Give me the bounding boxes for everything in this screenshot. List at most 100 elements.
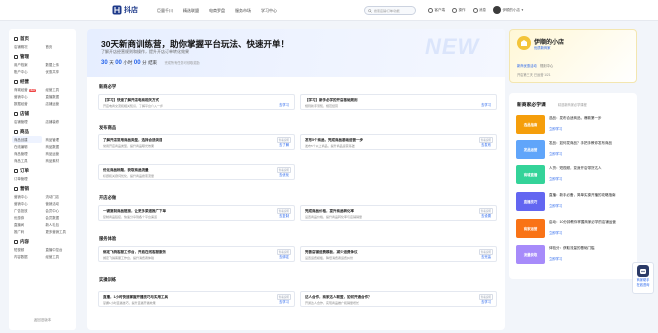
sidebar-section-content[interactable]: 内容 — [12, 238, 73, 246]
course-item[interactable]: 选品指南 选品：发布合适商品，爆款第一步 立即学习 — [516, 115, 632, 135]
top-actions: 客户端 操作 消息 伊顺的小店 ▾ — [428, 6, 523, 14]
sidebar-section-promo[interactable]: 营销 — [12, 185, 73, 193]
course-item[interactable]: 发品运营 发品：如何发商品？手把手教你发布商品 立即学习 — [516, 140, 632, 160]
sidebar-item-goods-manage[interactable]: 商品管理 — [44, 136, 74, 143]
back-to-old-version[interactable]: 返回旧版本 — [9, 318, 76, 323]
shop-level-tag[interactable]: 优质新商家 — [534, 45, 550, 50]
shop-promo-link[interactable]: 新商优惠活动 — [517, 63, 537, 68]
sidebar-item-mall[interactable]: 商城经营 NEW — [12, 86, 42, 93]
shop-icon — [521, 40, 527, 46]
course-learn-button[interactable]: 立即学习 — [549, 230, 562, 235]
sidebar-item-marketing[interactable]: 营销中心 — [12, 93, 42, 100]
task-action-button[interactable]: 去学习 — [279, 102, 289, 107]
sidebar-item-data-upload[interactable]: 数据上传 — [44, 61, 74, 68]
sidebar-item-goods-create[interactable]: 商品创建 — [12, 136, 42, 143]
client-button[interactable]: 客户端 — [428, 7, 445, 13]
sidebar-item-shop-manage[interactable]: 店铺管理 — [12, 118, 42, 125]
nav-item-service-market[interactable]: 服务市场 — [235, 8, 251, 14]
task-card: 【学习】快速了解开店电商相关方式 开店电商交流和相关知识，了解平台介入一步 去学… — [98, 94, 295, 110]
sidebar-item-goods-manage-2[interactable]: 商品管理 — [12, 150, 42, 157]
sidebar-item-promo-activity[interactable]: 营销活动 — [44, 200, 74, 207]
app-icon — [452, 7, 457, 13]
nav-item-learning-center[interactable]: 学习中心 — [261, 8, 277, 14]
sidebar-item-goods-data[interactable]: 商品数据 — [44, 143, 74, 150]
task-desc: 开通达人合作，实现商品推广和销量增长 — [305, 301, 360, 305]
task-action-button[interactable]: 去了解 — [279, 142, 289, 147]
sidebar-section-manage[interactable]: 管理 — [12, 53, 73, 61]
task-card: 查看说明 完善店铺运费模板，减少运费争议 设置运费模板，降低消费者运费纠纷 去完… — [300, 246, 497, 262]
course-item[interactable]: 商城直播 人货：短视频，变身开店带货达人 立即学习 — [516, 165, 632, 185]
sidebar-item-goods-ops[interactable]: 商品运营 — [44, 150, 74, 157]
course-learn-button[interactable]: 立即学习 — [549, 203, 562, 208]
sidebar-item-account[interactable]: 账户中心 — [12, 68, 42, 75]
sidebar-item-user-profile[interactable]: 用户档案 — [12, 61, 42, 68]
course-item[interactable]: 商家运营 启动：10分钟教你掌握商家必学的店铺运营 立即学习 — [516, 219, 632, 239]
sidebar-item-order-manage[interactable]: 订单管理 — [12, 175, 42, 182]
sidebar-item-content-tools[interactable]: 经营工具 — [44, 253, 74, 260]
course-learn-button[interactable]: 立即学习 — [549, 126, 562, 131]
user-menu[interactable]: 伊顺的小店 ▾ — [493, 6, 523, 14]
logo[interactable]: 抖店 — [112, 5, 138, 15]
sidebar-item-short-video[interactable]: 短视频 — [12, 246, 42, 253]
task-action-button[interactable]: 去复制 — [279, 213, 289, 218]
sidebar-item-shop-ops[interactable]: 店铺运营 — [44, 100, 74, 107]
sidebar-item-live-console[interactable]: 直播中控台 — [44, 246, 74, 253]
sidebar-item-members[interactable]: 会员中心 — [44, 207, 74, 214]
sidebar-item-content-data[interactable]: 内容数据 — [12, 253, 42, 260]
sidebar-item-coupons[interactable]: 优惠券 — [12, 214, 42, 221]
shop-rules-link[interactable]: 规则中心 — [540, 63, 553, 68]
task-card: 查看说明 绑定飞鸽客服工作台，开启在线客服服务 绑定飞鸽客服工作台，提升消费者体… — [98, 246, 295, 262]
sidebar-item-member-data[interactable]: 会员数据 — [44, 214, 74, 221]
sidebar-item-ads[interactable]: 广告投放 — [12, 207, 42, 214]
task-action-button[interactable]: 去设置 — [481, 213, 491, 218]
sidebar-item-goods-assets[interactable]: 商品素材 — [44, 157, 74, 164]
sidebar-item-coupon-share[interactable]: 优惠共享 — [44, 68, 74, 75]
sidebar-item-goods-tools[interactable]: 商品工具 — [12, 157, 42, 164]
message-button[interactable]: 消息 — [472, 7, 486, 13]
course-learn-button[interactable]: 立即学习 — [549, 256, 562, 261]
task-action-button[interactable]: 去发布 — [481, 142, 491, 147]
sidebar-section-home[interactable]: 首页 — [12, 35, 73, 43]
task-action-button[interactable]: 去学习 — [279, 299, 289, 304]
sidebar-section-orders[interactable]: 订单 — [12, 167, 73, 175]
nav-item-alliance[interactable]: 精选联盟 — [183, 8, 199, 14]
sidebar-item-tools[interactable]: 经营工具 — [44, 86, 74, 93]
course-learn-button[interactable]: 立即学习 — [549, 151, 562, 156]
sidebar-item-live-room[interactable]: 直播间 — [12, 221, 42, 228]
promo-icon — [14, 187, 18, 191]
merchant-assistant-button[interactable]: 商家助手 在线咨询 — [632, 262, 654, 294]
shop-icon — [14, 112, 18, 116]
nav-item-compass[interactable]: 电商罗盘 — [209, 8, 225, 14]
sidebar-item-mobile-store[interactable]: 流动门店 — [44, 193, 74, 200]
sidebar-section-goods[interactable]: 商品 — [12, 128, 73, 136]
operate-button[interactable]: 操作 — [452, 7, 466, 13]
search-input[interactable]: 搜索店铺/订单/功能 — [364, 6, 416, 15]
sidebar-item-promo-center[interactable]: 营销中心 — [12, 193, 42, 200]
course-item[interactable]: 直播技巧 直播：新手必备，简单实操开播的攻略指南 立即学习 — [516, 192, 632, 212]
task-action-button[interactable]: 去绑定 — [279, 254, 289, 259]
course-thumbnail: 商家运营 — [516, 219, 545, 238]
sidebar-item-live-data[interactable]: 直播数据 — [44, 93, 74, 100]
sidebar-section-shop[interactable]: 店铺 — [12, 110, 73, 118]
sidebar-item-more-tools[interactable]: 更多营销工具 — [44, 228, 74, 235]
task-action-button[interactable]: 去优化 — [279, 172, 289, 177]
sidebar-item-promo-center-2[interactable]: 营销中心 — [12, 200, 42, 207]
sidebar-section-operate[interactable]: 经营 — [12, 78, 73, 86]
main-panel: NEW 30天新商训练营，助你掌握平台玩法、快速开单！ 了解开店经营规则和操作，… — [87, 29, 505, 330]
task-action-button[interactable]: 去学习 — [481, 102, 491, 107]
task-action-button[interactable]: 去学习 — [481, 299, 491, 304]
sidebar-item-newbie-gift[interactable]: 新人礼包 — [44, 221, 74, 228]
sidebar-item-home[interactable]: 首页 — [44, 43, 74, 50]
course-learn-button[interactable]: 立即学习 — [549, 176, 562, 181]
nav-item-qianchuan[interactable]: 巨量千川 — [157, 8, 173, 14]
sidebar-item-overview[interactable]: 店铺概况 — [12, 43, 42, 50]
task-action-button[interactable]: 去完善 — [481, 254, 491, 259]
operate-icon — [14, 80, 18, 84]
sidebar-item-data-ops[interactable]: 数据经营 — [12, 100, 42, 107]
sidebar-item-promo-code[interactable]: 推广码 — [12, 228, 42, 235]
sidebar-item-goods-edit[interactable]: 在线编辑 — [12, 143, 42, 150]
sidebar-item-shop-decor[interactable]: 店铺装修 — [44, 118, 74, 125]
course-panel-subtitle: 精选新商家必学课程 — [558, 103, 587, 107]
course-thumbnail: 选品指南 — [516, 115, 545, 134]
course-item[interactable]: 流量获取 体验分：获取流量的基础门槛 立即学习 — [516, 245, 632, 265]
